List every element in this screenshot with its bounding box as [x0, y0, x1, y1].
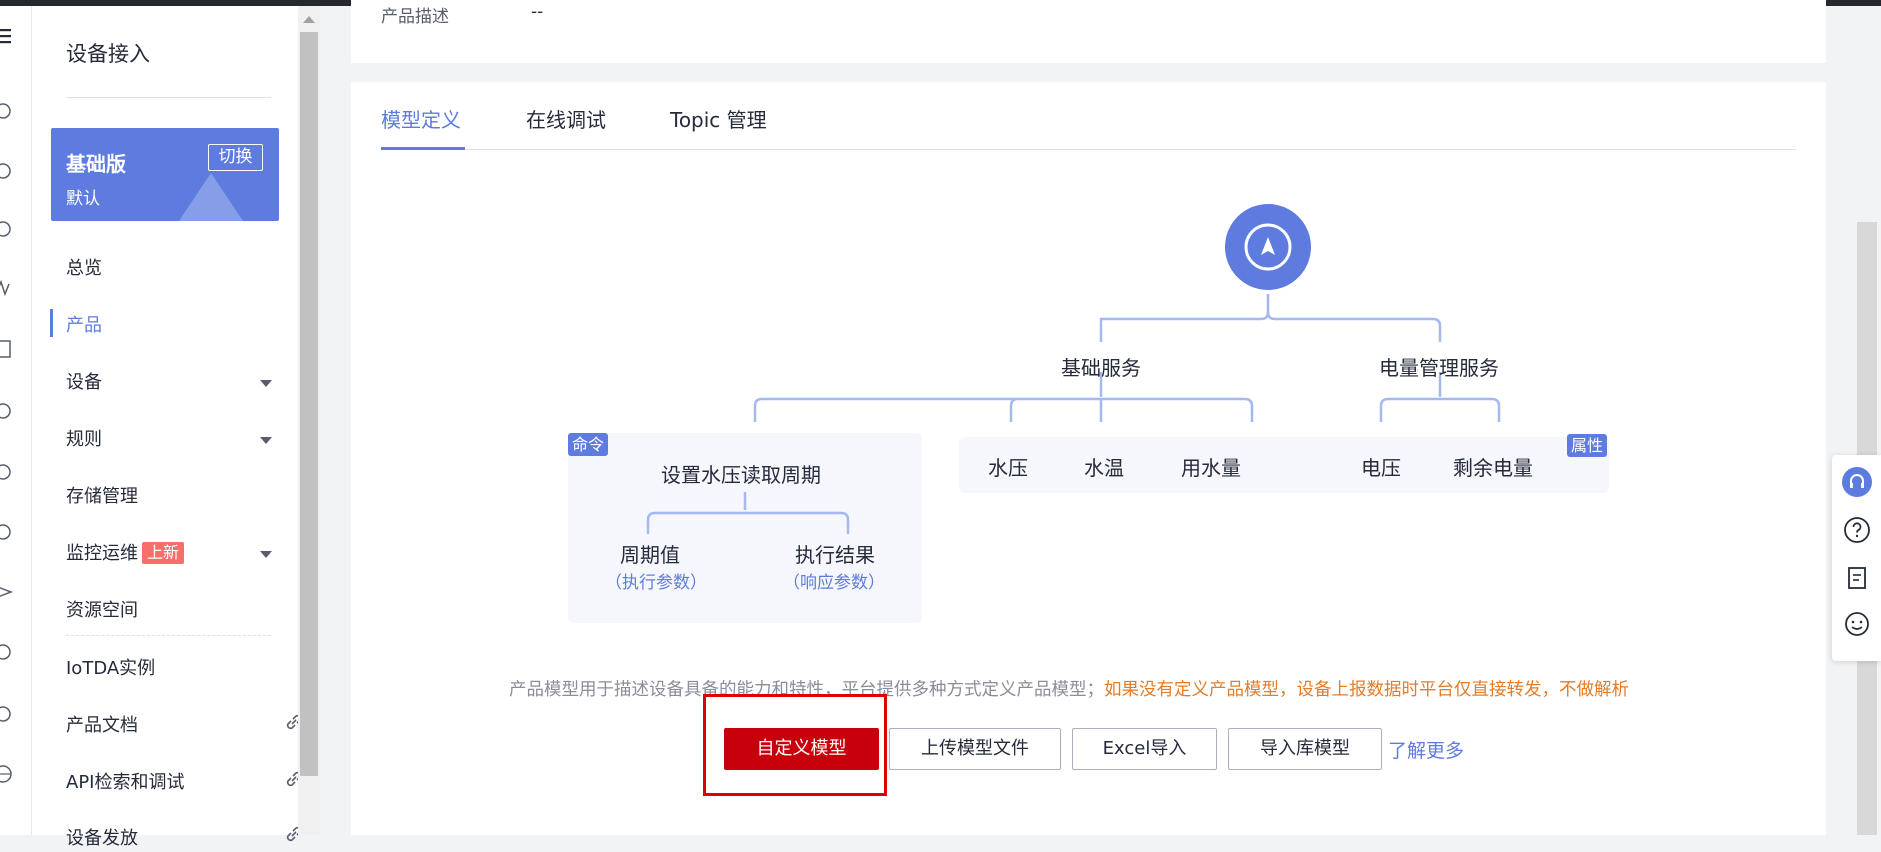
property-item: 电压 — [1361, 456, 1401, 480]
cloud-service-icon[interactable] — [0, 462, 14, 482]
sidebar-item-device[interactable]: 设备 — [66, 370, 102, 396]
edition-instance: 默认 — [66, 189, 100, 209]
excel-import-button[interactable]: Excel导入 — [1072, 728, 1217, 770]
sidebar-item-product-docs[interactable]: 产品文档 — [66, 713, 138, 739]
document-icon[interactable] — [0, 339, 14, 359]
property-item: 水温 — [1084, 456, 1124, 480]
import-library-model-button[interactable]: 导入库模型 — [1228, 728, 1382, 770]
property-item: 剩余电量 — [1453, 456, 1533, 480]
property-item: 水压 — [988, 456, 1028, 480]
active-indicator — [50, 309, 53, 337]
command-response-type: （响应参数） — [783, 573, 885, 593]
sidebar-title: 设备接入 — [66, 42, 150, 66]
service-icon-rail — [0, 6, 32, 835]
upload-model-file-button[interactable]: 上传模型文件 — [889, 728, 1061, 770]
sidebar-item-storage[interactable]: 存储管理 — [66, 484, 138, 510]
product-model-icon — [1225, 204, 1311, 290]
command-name: 设置水压读取周期 — [661, 463, 821, 487]
sidebar-scrollbar[interactable] — [298, 6, 320, 835]
scrollbar-thumb[interactable] — [300, 32, 318, 776]
sidebar-item-label: 监控运维 — [66, 543, 138, 564]
command-response-name: 执行结果 — [795, 543, 875, 567]
switch-edition-button[interactable]: 切换 — [208, 144, 263, 171]
sidebar-item-device-provisioning[interactable]: 设备发放 — [66, 826, 138, 852]
link-service-icon[interactable] — [0, 401, 14, 421]
property-item: 用水量 — [1181, 456, 1241, 480]
property-tag: 属性 — [1567, 434, 1608, 457]
scroll-up-icon[interactable] — [303, 16, 315, 23]
product-description-label: 产品描述 — [381, 7, 449, 27]
command-param-type: （执行参数） — [605, 573, 707, 593]
sidebar-item-rules[interactable]: 规则 — [66, 427, 102, 453]
smile-icon[interactable] — [1842, 609, 1872, 639]
model-description: 产品模型用于描述设备具备的能力和特性，平台提供多种方式定义产品模型；如果没有定义… — [509, 676, 1629, 701]
cloud-service-icon[interactable] — [0, 161, 14, 181]
send-icon[interactable] — [0, 582, 14, 602]
sidebar-item-overview[interactable]: 总览 — [66, 256, 102, 282]
sidebar-item-iotda-instance[interactable]: IoTDA实例 — [66, 656, 155, 682]
model-definition-card: 模型定义 在线调试 Topic 管理 基础服务 电量管理服务 命令 属性 设置水… — [351, 82, 1826, 835]
model-description-warning: 如果没有定义产品模型，设备上报数据时平台仅直接转发，不做解析 — [1104, 680, 1629, 700]
product-description-value: -- — [531, 2, 544, 22]
globe-icon[interactable] — [0, 764, 14, 784]
learn-more-link[interactable]: 了解更多 — [1388, 736, 1464, 763]
chevron-down-icon[interactable] — [260, 551, 272, 558]
service-power-management: 电量管理服务 — [1379, 356, 1499, 380]
floating-toolbar — [1832, 455, 1881, 661]
divider — [66, 635, 271, 636]
service-basic: 基础服务 — [1061, 356, 1141, 380]
chevron-down-icon[interactable] — [260, 437, 272, 444]
divider — [66, 97, 271, 98]
cloud-service-icon[interactable] — [0, 101, 14, 121]
sidebar-item-resource-space[interactable]: 资源空间 — [66, 598, 138, 624]
sidebar-item-product[interactable]: 产品 — [66, 313, 102, 339]
cloud-icon[interactable] — [0, 522, 14, 542]
highlight-box — [703, 694, 887, 796]
smile-service-icon[interactable] — [0, 642, 14, 662]
cloud-service-icon[interactable] — [0, 219, 14, 239]
command-tag: 命令 — [568, 433, 609, 456]
edition-name: 基础版 — [66, 152, 126, 176]
edition-card: 基础版 默认 切换 — [51, 128, 279, 221]
cloud-service-icon[interactable] — [0, 704, 14, 724]
product-info-card: 产品描述 -- — [351, 0, 1826, 63]
wave-icon[interactable] — [0, 278, 14, 298]
chevron-down-icon[interactable] — [260, 380, 272, 387]
help-icon[interactable] — [1842, 515, 1872, 545]
customer-service-icon[interactable] — [1842, 467, 1872, 497]
sidebar: 设备接入 基础版 默认 切换 总览 产品 设备 规则 存储管理 监控运维 上新 资… — [32, 6, 302, 849]
model-tree-lines — [646, 294, 1501, 534]
menu-icon[interactable] — [0, 26, 14, 46]
sidebar-item-api-explorer[interactable]: API检索和调试 — [66, 770, 184, 796]
feedback-icon[interactable] — [1842, 563, 1872, 593]
command-param-name: 周期值 — [620, 543, 680, 567]
sidebar-item-monitoring[interactable]: 监控运维 上新 — [66, 541, 185, 567]
new-badge: 上新 — [142, 542, 185, 564]
